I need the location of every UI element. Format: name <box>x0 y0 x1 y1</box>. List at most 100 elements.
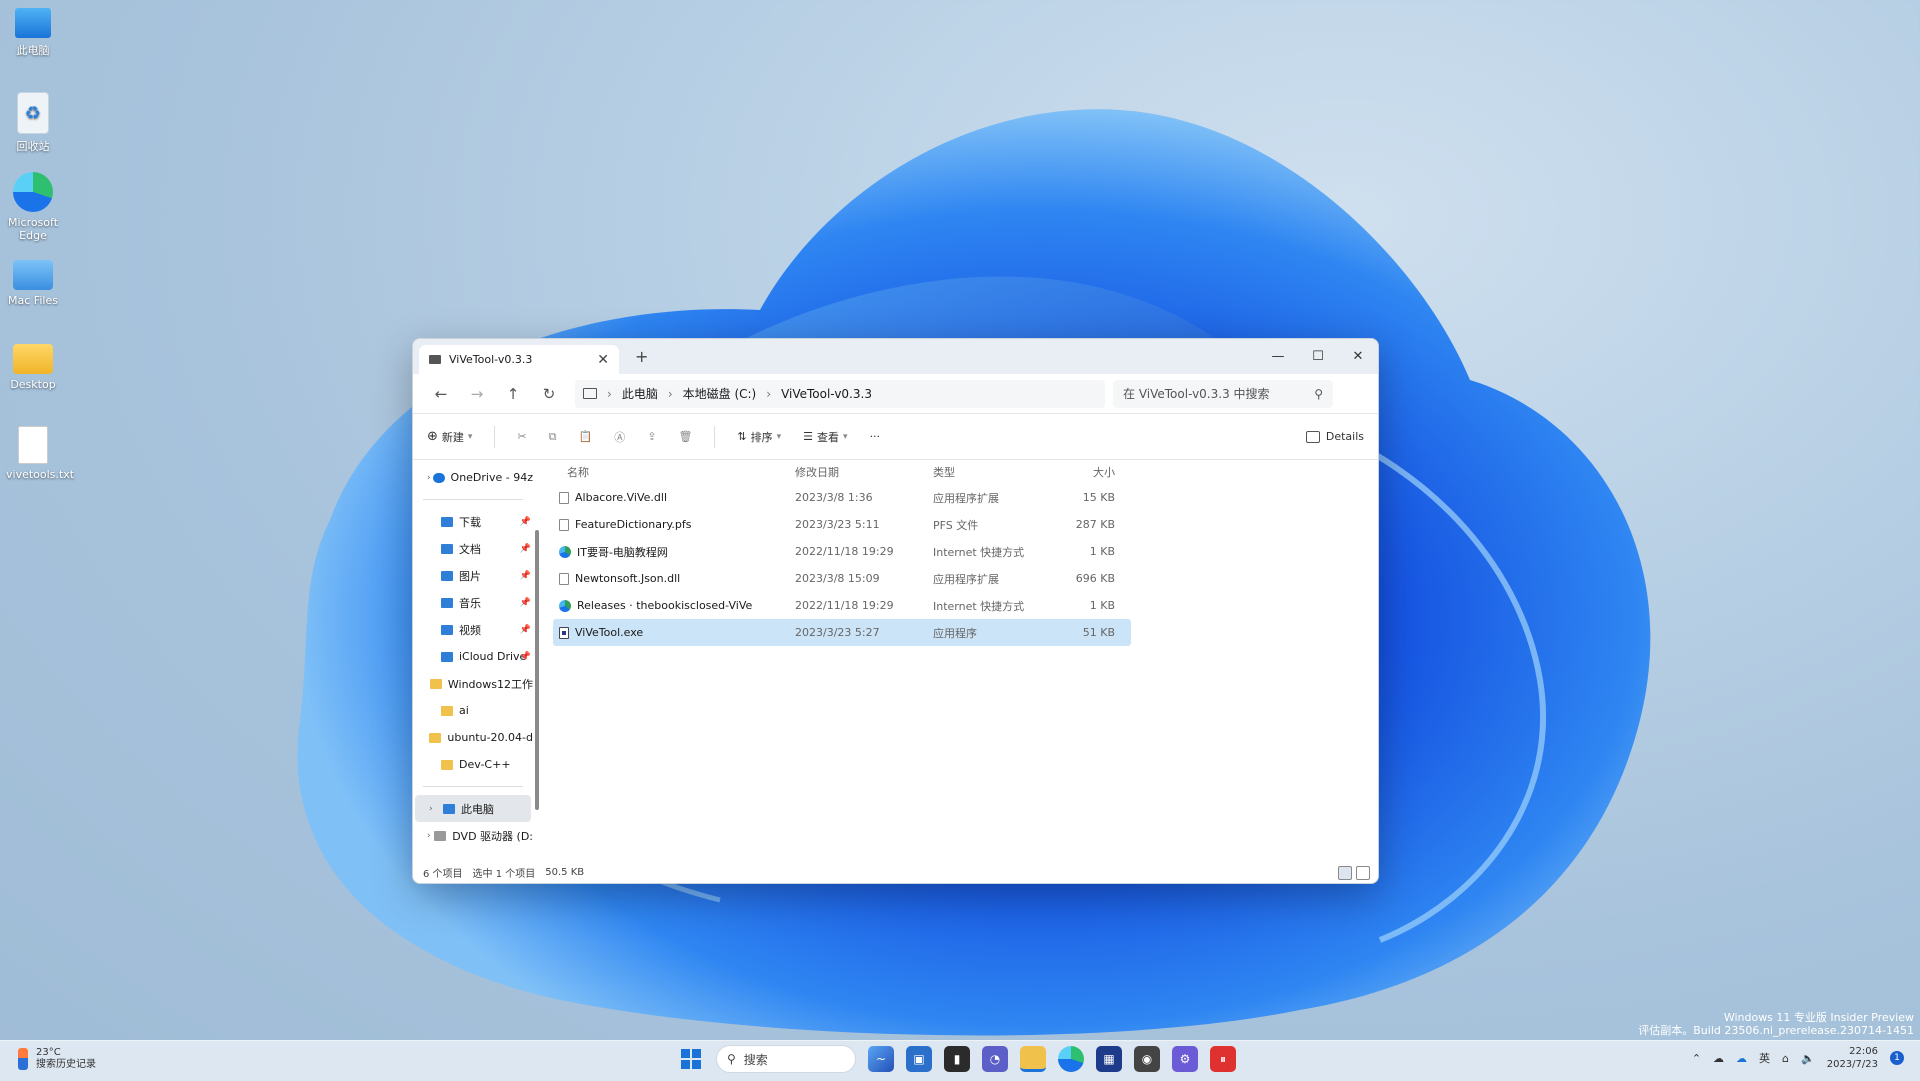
task-view-icon[interactable]: ▣ <box>906 1046 932 1072</box>
desktop-icon-mac-files[interactable]: Mac Files <box>6 260 60 307</box>
camera-icon[interactable]: ◉ <box>1134 1046 1160 1072</box>
search-icon: ⚲ <box>727 1052 736 1066</box>
back-button[interactable]: ← <box>423 385 459 403</box>
close-window-button[interactable]: ✕ <box>1338 339 1378 374</box>
view-button[interactable]: ☰ 查看 ▾ <box>803 429 847 445</box>
nav-item-dvd-drive[interactable]: › DVD 驱动器 (D: <box>413 822 533 849</box>
edge-icon <box>13 172 53 212</box>
file-name-cell: Albacore.ViVe.dll <box>553 491 795 504</box>
nav-item-onedrive[interactable]: › OneDrive - 94z <box>413 464 533 491</box>
cloud-icon[interactable]: ☁ <box>1713 1052 1724 1065</box>
column-header-name[interactable]: 名称 <box>553 464 795 480</box>
file-size: 1 KB <box>1089 545 1115 558</box>
folder-icon <box>429 678 442 689</box>
watermark-line-1: Windows 11 专业版 Insider Preview <box>1723 1011 1914 1024</box>
rename-button[interactable]: Ⓐ <box>614 429 625 445</box>
nav-item-documents-folder[interactable]: 文档 📌 <box>413 535 533 562</box>
notification-badge[interactable]: 1 <box>1890 1051 1904 1065</box>
paste-button[interactable]: 📋 <box>579 430 593 443</box>
onedrive-icon[interactable]: ☁ <box>1736 1052 1747 1065</box>
column-header-size[interactable]: 大小 <box>1043 464 1121 480</box>
file-row[interactable]: Newtonsoft.Json.dll 2023/3/8 15:09 应用程序扩展 6… <box>553 565 1131 592</box>
breadcrumb-local-disk[interactable]: 本地磁盘 (C:) <box>683 385 757 402</box>
file-type: Internet 快捷方式 <box>933 599 1025 613</box>
nav-item-label: OneDrive - 94z <box>450 471 533 484</box>
file-row[interactable]: ViVeTool.exe 2023/3/23 5:27 应用程序 51 KB <box>553 619 1131 646</box>
breadcrumb-vivetool[interactable]: ViVeTool-v0.3.3 <box>781 387 872 401</box>
weather-widget[interactable]: 23°C 搜索历史记录 <box>18 1047 96 1071</box>
file-row[interactable]: IT要哥-电脑教程网 2022/11/18 19:29 Internet 快捷方式 1… <box>553 538 1131 565</box>
desktop-icon-label: vivetools.txt <box>6 468 75 481</box>
file-row[interactable]: FeatureDictionary.pfs 2023/3/23 5:11 PFS 文… <box>553 511 1131 538</box>
nav-item-music-folder[interactable]: 音乐 📌 <box>413 589 533 616</box>
terminal-icon[interactable]: ▮ <box>944 1046 970 1072</box>
file-icon <box>559 572 569 585</box>
sort-button[interactable]: ⇅ 排序 ▾ <box>737 429 781 445</box>
forward-button[interactable]: → <box>459 385 495 403</box>
desktop-icon-vivetools-txt[interactable]: vivetools.txt <box>6 426 75 481</box>
chevron-right-icon: › <box>429 803 433 814</box>
trash-icon: 🗑 <box>678 430 693 443</box>
file-type: 应用程序扩展 <box>933 491 999 505</box>
cut-button[interactable]: ✂ <box>517 430 526 443</box>
desktop-icon-desktop-folder[interactable]: Desktop <box>6 344 60 391</box>
nav-item-folder[interactable]: Windows12工作 <box>413 670 533 697</box>
file-name: IT要哥-电脑教程网 <box>577 545 668 559</box>
network-icon[interactable]: ⌂ <box>1782 1052 1789 1065</box>
nav-item-videos-folder[interactable]: 视频 📌 <box>413 616 533 643</box>
desktop-icon-label: 此电脑 <box>16 44 50 57</box>
file-size: 51 KB <box>1082 626 1115 639</box>
maximize-button[interactable]: ☐ <box>1298 339 1338 374</box>
nav-item-this-pc[interactable]: › 此电脑 <box>415 795 531 822</box>
minimize-button[interactable]: — <box>1258 339 1298 374</box>
copilot-icon[interactable]: ~ <box>868 1046 894 1072</box>
more-options-button[interactable]: ··· <box>870 430 881 443</box>
settings-icon[interactable]: ⚙ <box>1172 1046 1198 1072</box>
sort-icon: ⇅ <box>737 430 747 443</box>
breadcrumb[interactable]: › 此电脑 › 本地磁盘 (C:) › ViVeTool-v0.3.3 <box>575 379 1105 408</box>
new-button[interactable]: ⊕ 新建 ▾ <box>427 429 472 445</box>
tab-vivetool[interactable]: ViVeTool-v0.3.3 ✕ <box>419 345 619 374</box>
nav-item-icloud-folder[interactable]: iCloud Drive 📌 <box>413 643 533 670</box>
breadcrumb-this-pc[interactable]: 此电脑 <box>622 385 658 402</box>
start-button[interactable] <box>678 1046 704 1072</box>
nav-item-folder[interactable]: ai <box>413 697 533 724</box>
column-header-type[interactable]: 类型 <box>933 464 1043 480</box>
nav-item-folder[interactable]: ubuntu-20.04-d <box>413 724 533 751</box>
file-row[interactable]: Releases · thebookisclosed-ViVe 2022/11/1… <box>553 592 1131 619</box>
quick-access-list: 下载 📌 文档 📌 图片 📌 音乐 📌 视频 📌 iCloud Drive 📌 Windows12工作 a… <box>413 508 533 778</box>
desktop-icon-edge[interactable]: Microsoft Edge <box>6 172 60 242</box>
details-pane-button[interactable]: Details <box>1305 430 1364 443</box>
desktop-icon-label: Desktop <box>10 378 56 391</box>
input-language[interactable]: 英 <box>1759 1050 1770 1066</box>
delete-button[interactable]: 🗑 <box>678 430 692 443</box>
chat-icon[interactable]: ◔ <box>982 1046 1008 1072</box>
share-button[interactable]: ⇪ <box>647 430 656 443</box>
nav-item-pictures-folder[interactable]: 图片 📌 <box>413 562 533 589</box>
close-tab-icon[interactable]: ✕ <box>597 352 609 368</box>
volume-icon[interactable]: 🔈 <box>1801 1052 1815 1065</box>
app-red-icon[interactable]: ⏸ <box>1210 1046 1236 1072</box>
list-view-icon: ☰ <box>803 430 814 443</box>
up-button[interactable]: ↑ <box>495 385 531 403</box>
search-input[interactable]: 在 ViVeTool-v0.3.3 中搜索 ⚲ <box>1113 379 1333 408</box>
chevron-up-icon[interactable]: ⌃ <box>1692 1052 1701 1065</box>
tiles-view-button[interactable] <box>1356 866 1370 880</box>
details-view-button[interactable] <box>1338 866 1352 880</box>
file-explorer-icon[interactable] <box>1020 1046 1046 1072</box>
nav-item-download-folder[interactable]: 下载 📌 <box>413 508 533 535</box>
clock[interactable]: 22:06 2023/7/23 <box>1827 1045 1878 1071</box>
desktop-icon-this-pc[interactable]: 此电脑 <box>6 8 60 58</box>
edge-icon[interactable] <box>1058 1046 1084 1072</box>
new-tab-button[interactable]: + <box>635 347 648 366</box>
taskbar-search[interactable]: ⚲ 搜索 <box>716 1045 856 1073</box>
file-row[interactable]: Albacore.ViVe.dll 2023/3/8 1:36 应用程序扩展 15 K… <box>553 484 1131 511</box>
store-icon[interactable]: ▦ <box>1096 1046 1122 1072</box>
chevron-right-icon: › <box>607 386 612 401</box>
desktop-icon-recycle-bin[interactable]: ♻ 回收站 <box>6 92 60 154</box>
copy-button[interactable]: ⧉ <box>549 430 557 444</box>
pin-icon: 📌 <box>519 543 531 554</box>
nav-item-folder[interactable]: Dev-C++ <box>413 751 533 778</box>
column-header-date[interactable]: 修改日期 <box>795 464 933 480</box>
refresh-button[interactable]: ↻ <box>531 385 567 403</box>
